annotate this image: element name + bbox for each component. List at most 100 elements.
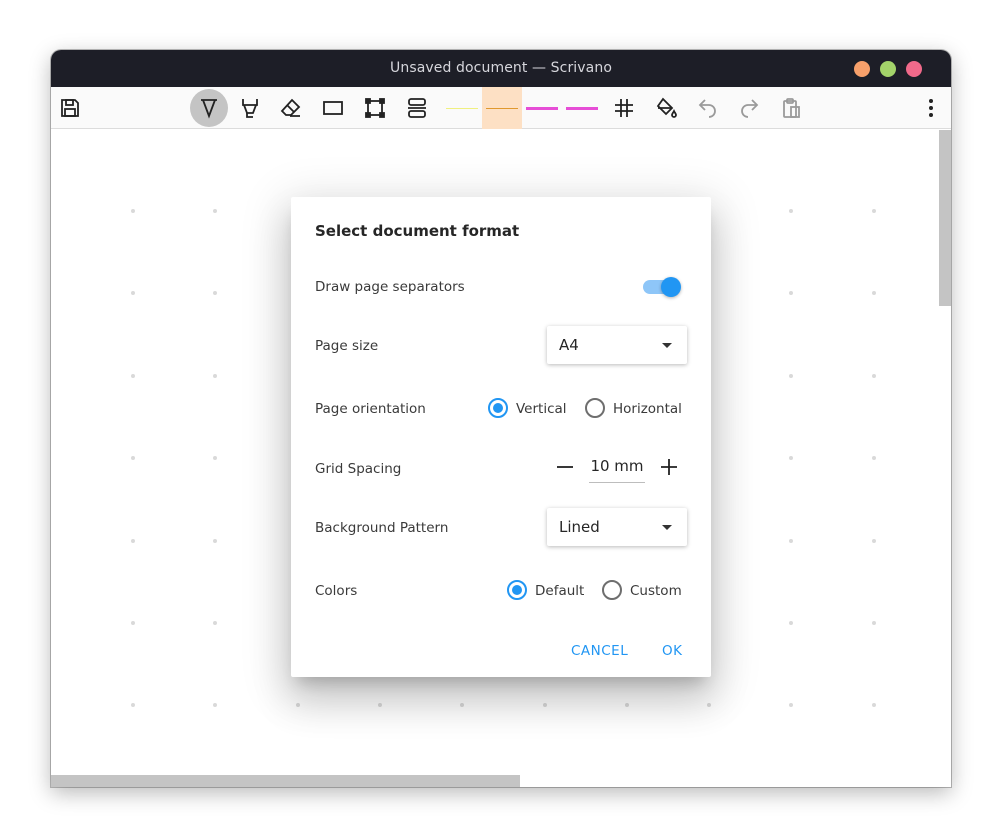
colors-custom-radio[interactable]: [602, 580, 622, 600]
fill-icon: [656, 97, 677, 118]
grid-dot: [871, 373, 876, 378]
grid-dot: [871, 291, 876, 296]
grid-dot: [789, 373, 794, 378]
window-title: Unsaved document — Scrivano: [390, 60, 612, 76]
separators-label: Draw page separators: [315, 279, 465, 295]
minimize-button[interactable]: [854, 61, 870, 77]
orientation-vertical-radio[interactable]: [488, 398, 508, 418]
background-pattern-label: Background Pattern: [315, 520, 449, 536]
ok-button[interactable]: OK: [662, 643, 682, 659]
orientation-vertical-label: Vertical: [516, 401, 567, 417]
grid-dot: [213, 621, 218, 625]
vertical-scroll-thumb[interactable]: [939, 130, 951, 306]
stretch-icon: [408, 98, 426, 118]
colors-custom-label: Custom: [630, 583, 682, 599]
pen-color-magenta-2[interactable]: [562, 87, 602, 129]
grid-dot: [131, 209, 135, 213]
page-size-value: A4: [559, 336, 579, 354]
redo-icon: [741, 99, 759, 118]
save-icon: [61, 99, 79, 117]
rectangle-icon: [323, 101, 343, 115]
grid-dot: [542, 703, 547, 708]
minus-icon: [557, 466, 573, 468]
grid-dot: [131, 291, 135, 296]
grid-dot: [131, 703, 135, 708]
redo-button[interactable]: [730, 89, 768, 127]
more-icon: [929, 99, 933, 117]
pen-color-orange[interactable]: [482, 87, 522, 129]
decrease-spacing-button[interactable]: [554, 456, 576, 478]
rectangle-tool-button[interactable]: [314, 89, 352, 127]
maximize-button[interactable]: [880, 61, 896, 77]
more-options-button[interactable]: [912, 89, 950, 127]
plus-icon: [661, 459, 677, 475]
grid-dot: [131, 373, 135, 378]
grid-dot: [460, 703, 465, 708]
grid-dot: [213, 291, 218, 296]
grid-dot: [213, 703, 218, 708]
close-button[interactable]: [906, 61, 922, 77]
selection-tool-button[interactable]: [356, 89, 394, 127]
horizontal-scroll-thumb[interactable]: [51, 775, 520, 787]
stretch-tool-button[interactable]: [398, 89, 436, 127]
grid-dot: [789, 291, 794, 296]
grid-dot: [789, 703, 794, 708]
grid-dot: [213, 456, 218, 461]
selection-icon: [365, 98, 385, 118]
orientation-horizontal-radio[interactable]: [585, 398, 605, 418]
document-format-dialog: Select document format Draw page separat…: [291, 197, 711, 677]
grid-dot: [131, 538, 135, 543]
title-bar: Unsaved document — Scrivano: [51, 50, 951, 87]
pen-tool-button[interactable]: [190, 89, 228, 127]
grid-spacing-input[interactable]: 10 mm: [589, 455, 645, 483]
page-size-label: Page size: [315, 338, 379, 354]
cancel-button[interactable]: CANCEL: [571, 643, 628, 659]
grid-dot: [295, 703, 300, 708]
grid-dot: [871, 456, 876, 461]
grid-dot: [789, 209, 794, 213]
increase-spacing-button[interactable]: [658, 456, 680, 478]
save-button[interactable]: [51, 89, 89, 127]
grid-dot: [213, 538, 218, 543]
grid-icon: [615, 99, 633, 117]
colors-label: Colors: [315, 583, 358, 599]
grid-spacing-label: Grid Spacing: [315, 461, 402, 477]
colors-default-radio[interactable]: [507, 580, 527, 600]
eraser-icon: [280, 98, 301, 117]
grid-dot: [789, 621, 794, 625]
pen-color-yellow[interactable]: [442, 87, 482, 129]
dropdown-arrow-icon: [662, 525, 672, 530]
background-pattern-value: Lined: [559, 518, 600, 536]
colors-default-label: Default: [535, 583, 585, 599]
grid-dot: [789, 538, 794, 543]
dialog-title: Select document format: [315, 222, 520, 240]
background-pattern-select[interactable]: Lined: [547, 508, 687, 546]
toolbar: [51, 87, 951, 129]
fill-button[interactable]: [647, 89, 685, 127]
orientation-label: Page orientation: [315, 401, 426, 417]
grid-dot: [377, 703, 382, 708]
dropdown-arrow-icon: [662, 343, 672, 348]
grid-dot: [871, 703, 876, 708]
grid-dot: [789, 456, 794, 461]
horizontal-scrollbar[interactable]: [51, 775, 939, 787]
grid-dot: [871, 538, 876, 543]
paste-button[interactable]: [772, 89, 810, 127]
vertical-scrollbar[interactable]: [939, 130, 951, 787]
grid-button[interactable]: [605, 89, 643, 127]
undo-icon: [698, 99, 716, 118]
grid-dot: [213, 373, 218, 378]
separators-toggle[interactable]: [643, 277, 683, 297]
grid-dot: [131, 456, 135, 461]
page-size-select[interactable]: A4: [547, 326, 687, 364]
undo-button[interactable]: [689, 89, 727, 127]
grid-dot: [624, 703, 629, 708]
grid-dot: [871, 621, 876, 625]
highlighter-icon: [242, 99, 258, 118]
grid-dot: [131, 621, 135, 625]
eraser-tool-button[interactable]: [272, 89, 310, 127]
grid-dot: [213, 209, 218, 213]
pen-color-magenta-1[interactable]: [522, 87, 562, 129]
pen-icon: [201, 99, 217, 119]
highlighter-tool-button[interactable]: [231, 89, 269, 127]
